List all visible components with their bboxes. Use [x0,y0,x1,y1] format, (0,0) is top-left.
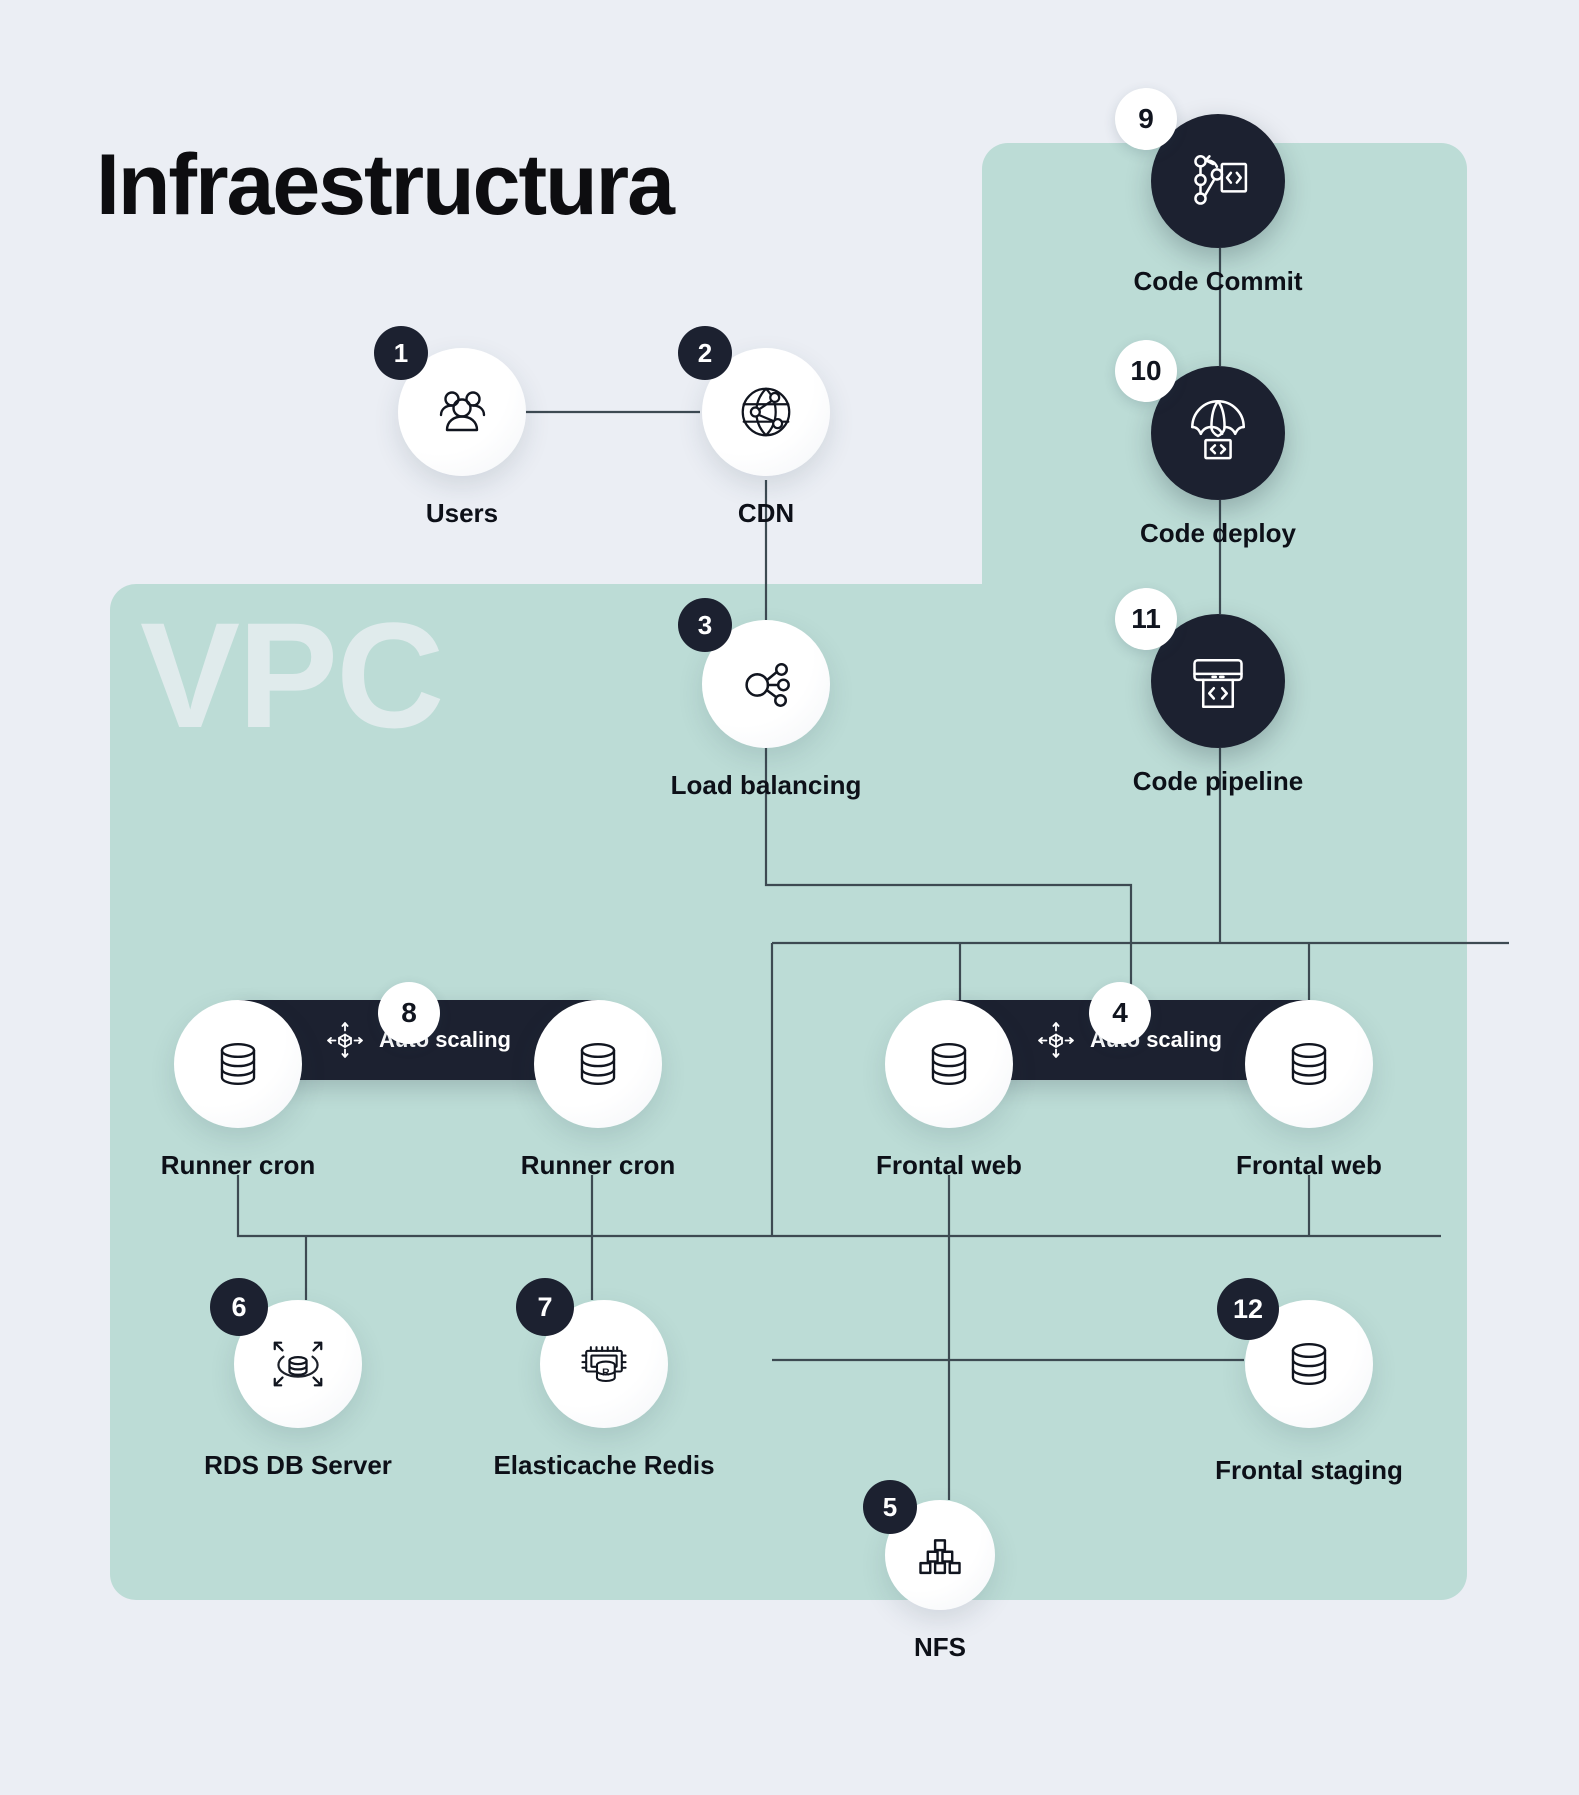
label-cdn: CDN [737,498,795,528]
code-deploy-icon [1191,400,1245,460]
badge-code-deploy: 10 [1115,340,1177,402]
badge-frontal-staging: 12 [1217,1278,1279,1340]
frontal-web-right-bubble[interactable] [1245,1000,1373,1128]
badge-cdn-text: 2 [697,337,713,368]
badge-code-pipeline: 11 [1115,588,1177,650]
label-frontal-web-left: Frontal web [876,1150,1022,1180]
database-icon [931,1042,967,1086]
database-icon [220,1042,256,1086]
badge-redis: 7 [516,1278,574,1336]
badge-nfs: 5 [863,1480,917,1534]
database-icon [580,1042,616,1086]
label-load-balancing: Load balancing [670,770,862,800]
runner-cron-left-bubble[interactable] [174,1000,302,1128]
label-users: Users [425,498,499,528]
badge-code-deploy-text: 10 [1130,355,1162,386]
badge-rds: 6 [210,1278,268,1336]
badge-redis-text: 7 [537,1291,553,1322]
badge-auto-scaling-right-text: 4 [1112,997,1128,1028]
badge-code-pipeline-text: 11 [1131,603,1161,634]
label-frontal-staging: Frontal staging [1215,1455,1403,1485]
label-code-pipeline: Code pipeline [1132,766,1304,796]
auto-scaling-icon [1038,1022,1074,1058]
badge-users: 1 [374,326,428,380]
label-runner-cron-right: Runner cron [520,1150,676,1180]
database-icon [1291,1342,1327,1386]
badge-auto-scaling-left-text: 8 [401,997,417,1028]
badge-nfs-text: 5 [882,1491,898,1522]
infrastructure-diagram: VPC Infraestructura 1 Users 2 CDN 3 Load… [0,0,1579,1795]
load-balancer-icon [745,662,790,707]
page-title: Infraestructura [96,137,675,233]
badge-rds-text: 6 [231,1291,247,1322]
badge-frontal-staging-text: 12 [1232,1293,1264,1324]
nfs-stack-icon [919,1539,961,1575]
label-code-commit: Code Commit [1133,266,1303,296]
redis-chip-icon: R [581,1346,627,1382]
badge-cdn: 2 [678,326,732,380]
badge-load-balancing: 3 [678,598,732,652]
label-nfs: NFS [914,1632,966,1662]
label-frontal-web-right: Frontal web [1236,1150,1382,1180]
badge-auto-scaling-left: 8 [378,982,440,1044]
badge-load-balancing-text: 3 [697,609,713,640]
users-icon [439,391,486,432]
badge-users-text: 1 [393,337,409,368]
badge-auto-scaling-right: 4 [1089,982,1151,1044]
label-redis: Elasticache Redis [493,1450,715,1480]
badge-code-commit-text: 9 [1138,103,1154,134]
svg-text:R: R [602,1368,610,1379]
runner-cron-right-bubble[interactable] [534,1000,662,1128]
vpc-watermark-label: VPC [140,591,444,759]
auto-scaling-icon [327,1022,363,1058]
code-pipeline-icon [1193,658,1243,708]
rds-scale-icon [273,1341,323,1387]
badge-code-commit: 9 [1115,88,1177,150]
globe-network-icon [741,387,791,437]
label-code-deploy: Code deploy [1139,518,1296,548]
database-icon [1291,1042,1327,1086]
frontal-web-left-bubble[interactable] [885,1000,1013,1128]
label-runner-cron-left: Runner cron [160,1150,316,1180]
code-commit-icon [1194,155,1248,205]
